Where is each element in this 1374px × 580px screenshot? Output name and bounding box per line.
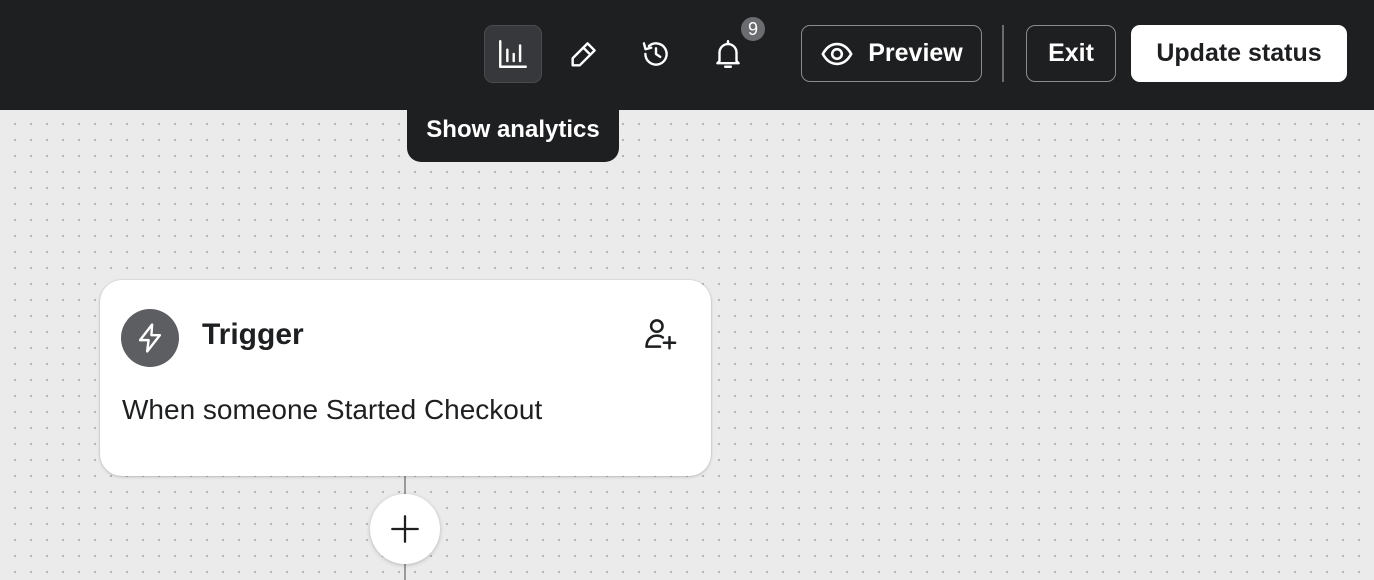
bell-icon <box>716 40 740 68</box>
edit-button[interactable] <box>555 25 613 83</box>
add-step-button[interactable] <box>370 494 440 564</box>
toolbar-divider <box>1002 25 1004 82</box>
update-status-button[interactable]: Update status <box>1131 25 1347 82</box>
update-status-button-label: Update status <box>1156 39 1322 67</box>
notification-count-badge: 9 <box>739 15 767 43</box>
tooltip-text: Show analytics <box>426 116 600 143</box>
analytics-tooltip: Show analytics <box>407 98 619 162</box>
pencil-icon <box>571 42 596 67</box>
exit-button-label: Exit <box>1048 39 1094 67</box>
bar-chart-icon <box>499 40 527 68</box>
trigger-icon-circle <box>121 309 179 367</box>
trigger-card-title: Trigger <box>202 318 304 351</box>
trigger-card[interactable]: Trigger When someone Started Checkout <box>100 280 711 476</box>
eye-icon <box>821 42 853 65</box>
add-person-icon <box>645 319 677 350</box>
show-analytics-button[interactable] <box>484 25 542 83</box>
plus-icon <box>391 515 419 543</box>
lightning-icon <box>138 323 162 353</box>
preview-button-label: Preview <box>868 39 963 67</box>
top-toolbar: 9 Preview Exit Update status <box>0 0 1374 110</box>
preview-button[interactable]: Preview <box>801 25 982 82</box>
exit-button[interactable]: Exit <box>1026 25 1116 82</box>
trigger-card-description: When someone Started Checkout <box>122 394 543 425</box>
history-icon <box>642 42 668 66</box>
history-button[interactable] <box>627 25 685 83</box>
add-person-button[interactable] <box>638 312 682 356</box>
